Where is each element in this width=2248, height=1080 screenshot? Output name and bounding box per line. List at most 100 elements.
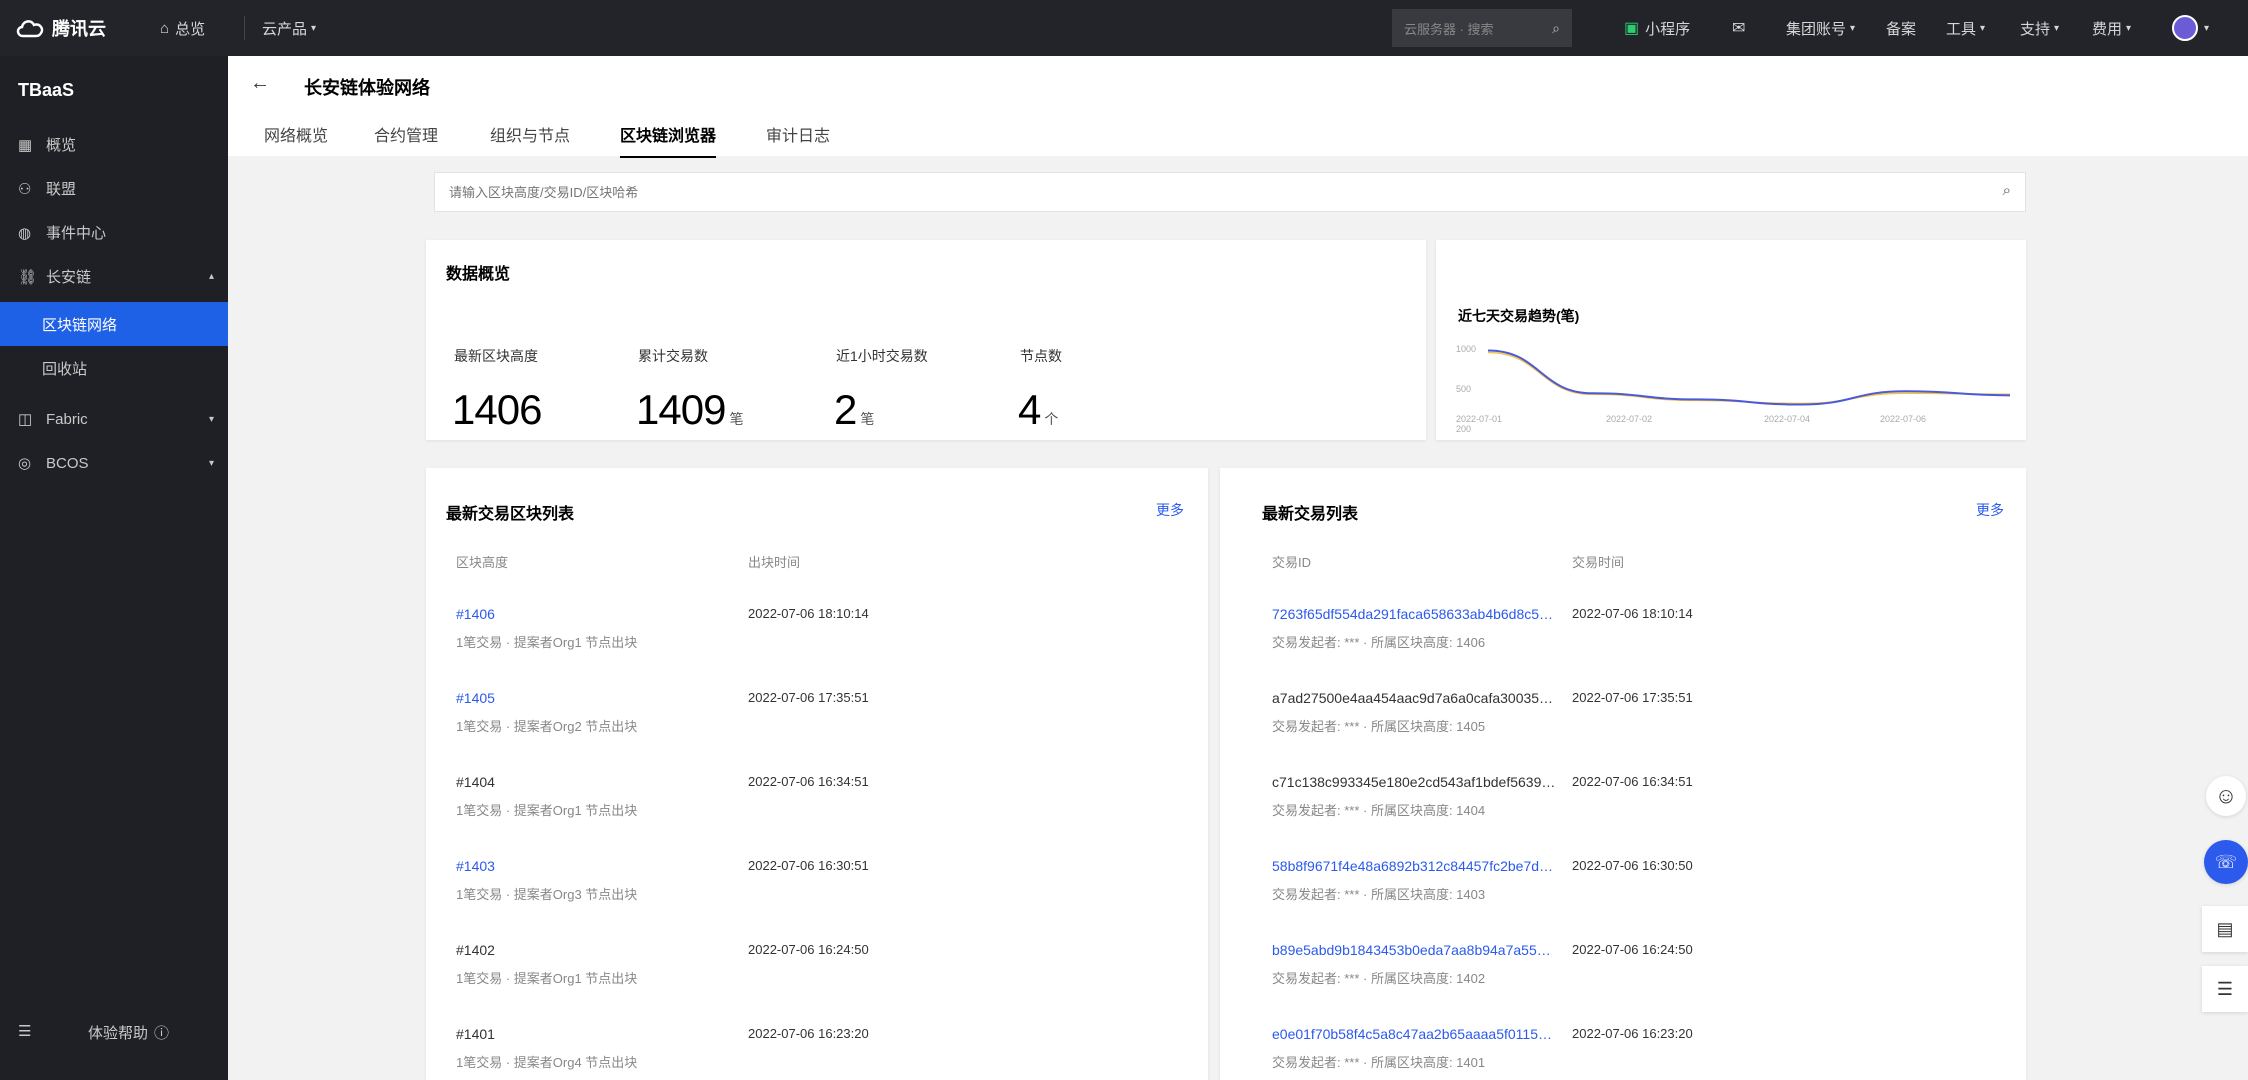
block-height-link[interactable]: #1403 bbox=[456, 858, 736, 874]
x-tick-label: 2022-07-06 bbox=[1880, 414, 1927, 424]
block-height-link[interactable]: #1402 bbox=[456, 942, 736, 958]
sidebar-item-group: ◎ BCOS bbox=[18, 454, 89, 473]
menu-icon: ☰ bbox=[18, 1023, 32, 1040]
headset-icon: ☏ bbox=[2214, 851, 2238, 872]
global-search-box[interactable]: 云服务器 · 搜索 ⌕ bbox=[1392, 9, 1572, 47]
card-title: 最新交易区块列表 bbox=[446, 506, 575, 523]
tab-blockchain-explorer[interactable]: 区块链浏览器 bbox=[620, 122, 717, 158]
tab-contract-management[interactable]: 合约管理 bbox=[374, 122, 438, 146]
block-summary: 1笔交易 · 提案者Org3 节点出块 bbox=[456, 887, 638, 902]
transaction-id-link[interactable]: 58b8f9671f4e48a6892b312c84457fc2be7d58ef… bbox=[1272, 858, 1558, 874]
tools-menu[interactable]: 工具 ▾ bbox=[1946, 0, 1985, 56]
sidebar-item-label: 区块链网络 bbox=[42, 316, 118, 334]
caret-down-icon: ▾ bbox=[208, 413, 214, 425]
fabric-icon: ◫ bbox=[18, 411, 33, 428]
sidebar-item-chainmaker[interactable]: ⛓ 长安链 ▴ bbox=[18, 266, 214, 287]
miniprogram-link[interactable]: ▣ 小程序 bbox=[1624, 0, 1690, 56]
block-summary: 1笔交易 · 提案者Org2 节点出块 bbox=[456, 719, 638, 734]
sidebar-item-recycle[interactable]: 回收站 bbox=[42, 358, 87, 379]
transaction-id-link[interactable]: a7ad27500e4aa454aac9d7a6a0cafa3003541f08… bbox=[1272, 690, 1558, 706]
page-header: ← 长安链体验网络 网络概览 合约管理 组织与节点 区块链浏览器 审计日志 bbox=[228, 56, 2248, 158]
block-summary: 1笔交易 · 提案者Org1 节点出块 bbox=[456, 635, 638, 650]
sidebar-item-events[interactable]: ◍ 事件中心 bbox=[18, 222, 106, 243]
tab-audit-log[interactable]: 审计日志 bbox=[766, 122, 830, 146]
home-label: 总览 bbox=[175, 20, 206, 38]
logo-text: 腾讯云 bbox=[52, 19, 106, 39]
y-tick-label: 500 bbox=[1456, 384, 1471, 394]
explorer-search-input[interactable] bbox=[449, 181, 1969, 203]
block-summary: 1笔交易 · 提案者Org4 节点出块 bbox=[456, 1055, 638, 1070]
caret-down-icon: ▾ bbox=[1850, 22, 1856, 34]
user-menu[interactable]: ▾ bbox=[2172, 0, 2209, 56]
column-header: 区块高度 bbox=[456, 555, 509, 570]
block-height-link[interactable]: #1405 bbox=[456, 690, 736, 706]
sidebar-item-label: BCOS bbox=[46, 454, 89, 472]
home-link[interactable]: ⌂ 总览 bbox=[160, 0, 205, 56]
beian-link[interactable]: 备案 bbox=[1886, 0, 1916, 56]
home-icon: ⌂ bbox=[160, 19, 170, 37]
miniprogram-icon: ▣ bbox=[1624, 20, 1640, 37]
collapse-sidebar-button[interactable]: ☰ bbox=[18, 1022, 31, 1040]
group-account-menu[interactable]: 集团账号 ▾ bbox=[1786, 0, 1855, 56]
block-height-link[interactable]: #1406 bbox=[456, 606, 736, 622]
stat-label-nodes: 节点数 bbox=[1020, 348, 1062, 364]
stat-value-block-height: 1406 bbox=[452, 386, 542, 434]
logo[interactable]: 腾讯云 bbox=[14, 0, 106, 56]
stat-number: 1409 bbox=[636, 386, 726, 433]
sidebar-item-alliance[interactable]: ⚇ 联盟 bbox=[18, 178, 76, 199]
bell-icon: ◍ bbox=[18, 224, 32, 242]
tab-network-overview[interactable]: 网络概览 bbox=[264, 122, 328, 146]
transaction-time: 2022-07-06 17:35:51 bbox=[1572, 690, 1693, 705]
transaction-id-link[interactable]: b89e5abd9b1843453b0eda7aa8b94a7a553fee0e… bbox=[1272, 942, 1558, 958]
block-height-link[interactable]: #1404 bbox=[456, 774, 736, 790]
data-overview-card: 数据概览 最新区块高度 1406 累计交易数 1409 笔 近1小时交易数 2笔 … bbox=[426, 240, 1426, 440]
billing-menu[interactable]: 费用 ▾ bbox=[2092, 0, 2131, 56]
blocks-more-link[interactable]: 更多 bbox=[1156, 500, 1184, 520]
caret-down-icon: ▾ bbox=[311, 22, 317, 34]
products-menu[interactable]: 云产品 ▾ bbox=[262, 0, 316, 56]
customer-service-button[interactable]: ☏ bbox=[2204, 840, 2248, 884]
transactions-more-link[interactable]: 更多 bbox=[1976, 500, 2004, 520]
sidebar-item-bcos[interactable]: ◎ BCOS ▾ bbox=[18, 454, 214, 473]
sidebar-item-overview[interactable]: ▦ 概览 bbox=[18, 134, 76, 155]
transaction-id-link[interactable]: 7263f65df554da291faca658633ab4b6d8c5e134… bbox=[1272, 606, 1558, 622]
y-tick-label: 1000 bbox=[1456, 344, 1476, 354]
feedback-button[interactable]: ☺ bbox=[2206, 776, 2246, 816]
sidebar-item-fabric[interactable]: ◫ Fabric ▾ bbox=[18, 410, 214, 429]
caret-down-icon: ▾ bbox=[2204, 22, 2210, 34]
grid-icon: ▦ bbox=[18, 136, 33, 154]
x-axis: 2022-07-01 2022-07-02 2022-07-04 2022-07… bbox=[1456, 414, 2016, 434]
transaction-id-link[interactable]: c71c138c993345e180e2cd543af1bdef56398b05… bbox=[1272, 774, 1558, 790]
transaction-summary: 交易发起者: *** · 所属区块高度: 1405 bbox=[1272, 719, 1486, 734]
back-arrow-icon[interactable]: ← bbox=[250, 72, 270, 95]
block-summary: 1笔交易 · 提案者Org1 节点出块 bbox=[456, 803, 638, 818]
list-menu-button[interactable]: ☰ bbox=[2202, 966, 2248, 1012]
stat-unit: 个 bbox=[1044, 411, 1059, 427]
latest-blocks-card: 最新交易区块列表 更多 区块高度 出块时间 #1406 1笔交易 · 提案者Org… bbox=[426, 468, 1208, 1080]
tab-orgs-nodes[interactable]: 组织与节点 bbox=[490, 122, 570, 146]
transaction-time: 2022-07-06 16:34:51 bbox=[1572, 774, 1693, 789]
search-icon[interactable]: ⌕ bbox=[2003, 182, 2011, 199]
block-time: 2022-07-06 17:35:51 bbox=[748, 690, 869, 705]
block-time: 2022-07-06 16:30:51 bbox=[748, 858, 869, 873]
help-link[interactable]: 体验帮助 ⓘ bbox=[88, 1022, 169, 1043]
caret-down-icon: ▾ bbox=[2126, 22, 2132, 34]
search-icon: ⌕ bbox=[1552, 19, 1560, 36]
docs-button[interactable]: ▤ bbox=[2202, 906, 2248, 952]
transaction-summary: 交易发起者: *** · 所属区块高度: 1406 bbox=[1272, 635, 1486, 650]
series-line bbox=[1487, 349, 2011, 406]
mail-icon: ✉ bbox=[1732, 20, 1746, 37]
sidebar-item-label: 概览 bbox=[46, 137, 77, 154]
stat-label-block-height: 最新区块高度 bbox=[454, 348, 538, 364]
support-menu[interactable]: 支持 ▾ bbox=[2020, 0, 2059, 56]
transaction-id-link[interactable]: e0e01f70b58f4c5a8c47aa2b65aaaa5f0115cc53… bbox=[1272, 1026, 1558, 1042]
sidebar-item-blockchain-network[interactable]: 区块链网络 bbox=[0, 302, 228, 346]
block-height-link[interactable]: #1401 bbox=[456, 1026, 736, 1042]
x-tick-label: 2022-07-02 bbox=[1606, 414, 1653, 424]
message-button[interactable]: ✉ bbox=[1732, 0, 1745, 56]
stat-value-total-tx: 1409 笔 bbox=[636, 386, 743, 434]
search-placeholder: 云服务器 · 搜索 bbox=[1404, 21, 1494, 37]
card-title: 最新交易列表 bbox=[1262, 506, 1359, 523]
bcos-icon: ◎ bbox=[18, 455, 32, 472]
sidebar-item-label: Fabric bbox=[46, 410, 88, 428]
